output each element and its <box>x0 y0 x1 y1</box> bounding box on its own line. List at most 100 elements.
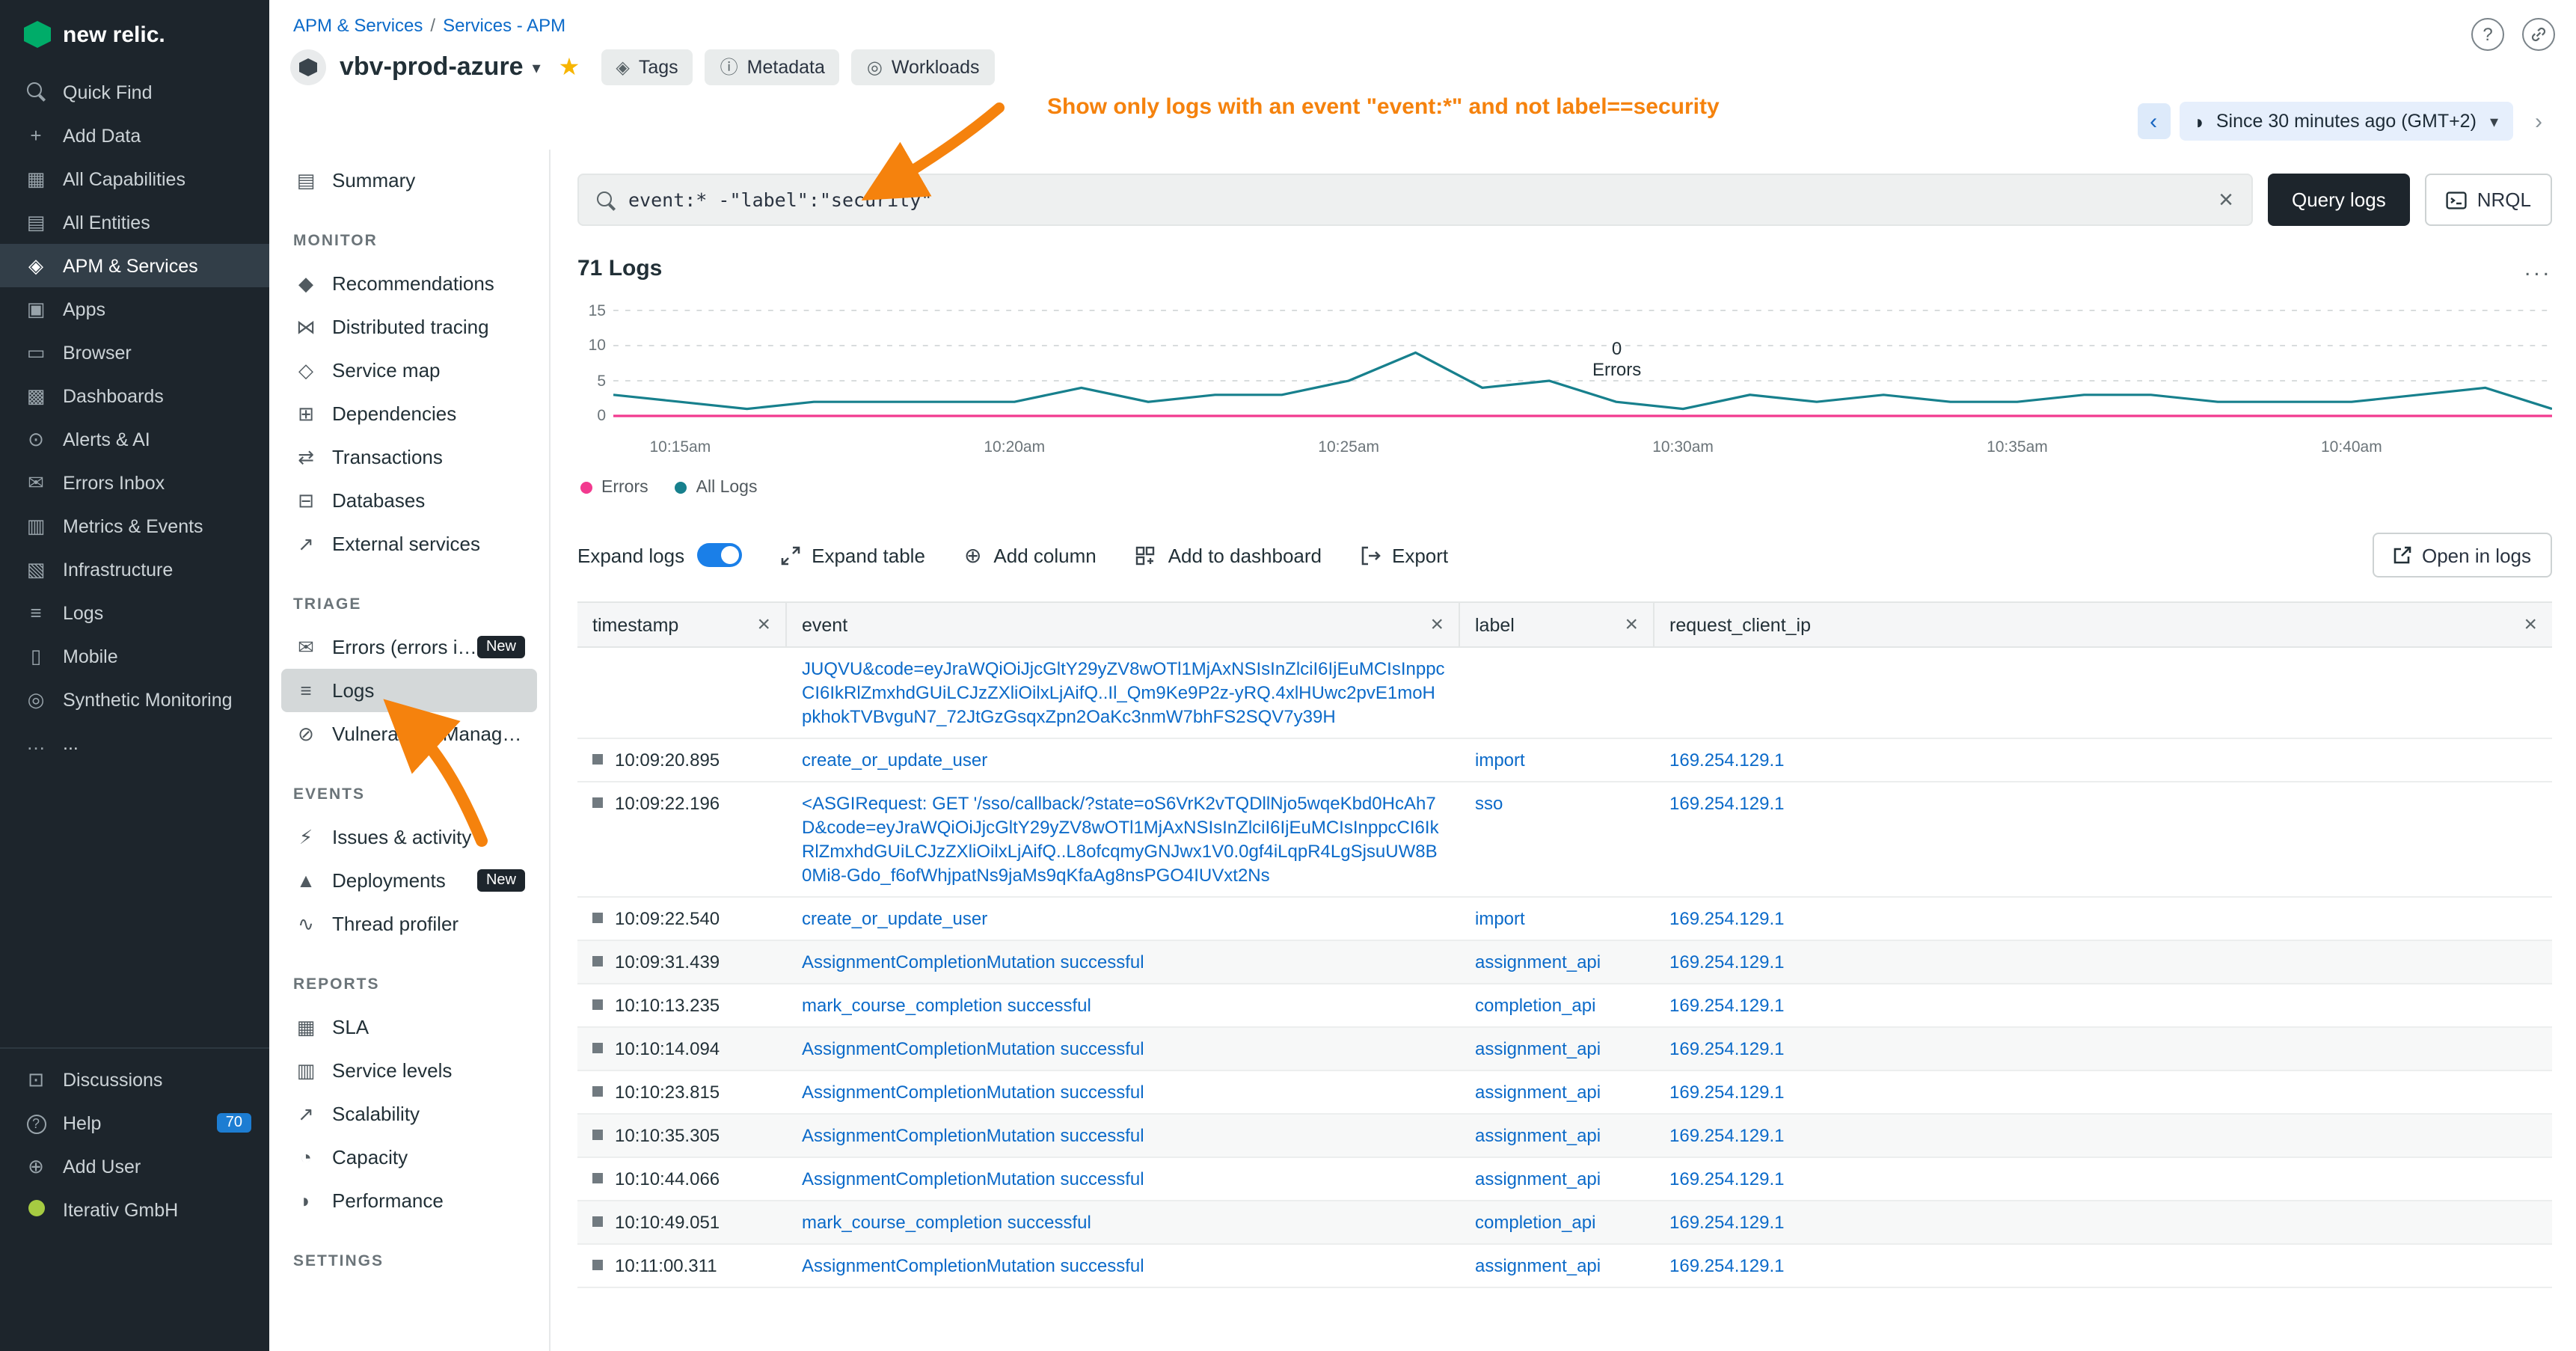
entity-dropdown-caret-icon[interactable]: ▾ <box>533 58 541 77</box>
event-link[interactable]: mark_course_completion successful <box>802 995 1091 1016</box>
time-range-selector[interactable]: ◗ Since 30 minutes ago (GMT+2) ▾ <box>2179 102 2513 141</box>
table-row[interactable]: 10:10:49.051mark_course_completion succe… <box>577 1201 2552 1245</box>
global-nav-item-discussions[interactable]: ⊡Discussions <box>0 1058 269 1101</box>
ip-link[interactable]: 169.254.129.1 <box>1669 1212 1785 1233</box>
remove-column-icon[interactable]: × <box>1430 613 1444 636</box>
global-nav-item-alerts-ai[interactable]: ⊙Alerts & AI <box>0 417 269 461</box>
sidebar-item-dependencies[interactable]: ⊞Dependencies <box>281 392 537 435</box>
time-forward-chevron[interactable]: › <box>2522 103 2555 139</box>
chip-workloads[interactable]: ◎Workloads <box>852 49 995 85</box>
row-marker-icon[interactable] <box>592 999 603 1010</box>
event-link[interactable]: AssignmentCompletionMutation successful <box>802 1125 1144 1146</box>
label-link[interactable]: completion_api <box>1475 1212 1595 1233</box>
ip-link[interactable]: 169.254.129.1 <box>1669 1255 1785 1276</box>
sidebar-item-databases[interactable]: ⊟Databases <box>281 479 537 522</box>
ip-link[interactable]: 169.254.129.1 <box>1669 952 1785 972</box>
global-nav-item-infrastructure[interactable]: ▧Infrastructure <box>0 548 269 591</box>
table-row[interactable]: 10:10:14.094AssignmentCompletionMutation… <box>577 1028 2552 1071</box>
row-marker-icon[interactable] <box>592 797 603 808</box>
event-link[interactable]: AssignmentCompletionMutation successful <box>802 1255 1144 1276</box>
sidebar-item-external-services[interactable]: ↗External services <box>281 522 537 566</box>
add-to-dashboard-button[interactable]: Add to dashboard <box>1135 544 1322 566</box>
global-nav-item-dashboards[interactable]: ▩Dashboards <box>0 374 269 417</box>
global-nav-item-all-entities[interactable]: ▤All Entities <box>0 200 269 244</box>
global-nav-item-quick-find[interactable]: Quick Find <box>0 70 269 114</box>
table-row[interactable]: 10:09:31.439AssignmentCompletionMutation… <box>577 941 2552 984</box>
event-link[interactable]: AssignmentCompletionMutation successful <box>802 952 1144 972</box>
table-row[interactable]: 10:10:13.235mark_course_completion succe… <box>577 984 2552 1028</box>
chip-metadata[interactable]: ⓘMetadata <box>705 49 840 85</box>
global-nav-item-mobile[interactable]: ▯Mobile <box>0 634 269 678</box>
label-link[interactable]: import <box>1475 908 1525 929</box>
row-marker-icon[interactable] <box>592 1086 603 1097</box>
breadcrumb-link-apm-services[interactable]: APM & Services <box>293 15 423 36</box>
event-link[interactable]: <ASGIRequest: GET '/sso/callback/?state=… <box>802 793 1439 886</box>
event-link[interactable]: create_or_update_user <box>802 908 987 929</box>
row-marker-icon[interactable] <box>592 754 603 765</box>
sidebar-item-sla[interactable]: ▦SLA <box>281 1005 537 1049</box>
global-nav-item-logs[interactable]: ≡Logs <box>0 591 269 634</box>
event-link[interactable]: AssignmentCompletionMutation successful <box>802 1168 1144 1189</box>
ip-link[interactable]: 169.254.129.1 <box>1669 995 1785 1016</box>
sidebar-item-logs[interactable]: ≡Logs <box>281 669 537 712</box>
breadcrumb-link-services-apm[interactable]: Services - APM <box>443 15 565 36</box>
label-link[interactable]: assignment_api <box>1475 1255 1601 1276</box>
remove-column-icon[interactable]: × <box>2524 613 2537 636</box>
sidebar-item-issues-activity[interactable]: ⚡Issues & activity <box>281 815 537 859</box>
expand-table-button[interactable]: Expand table <box>780 544 925 566</box>
table-row[interactable]: 10:10:44.066AssignmentCompletionMutation… <box>577 1158 2552 1201</box>
export-button[interactable]: Export <box>1361 544 1448 566</box>
table-row[interactable]: 10:09:20.895create_or_update_userimport1… <box>577 739 2552 782</box>
row-marker-icon[interactable] <box>592 1216 603 1227</box>
event-link[interactable]: create_or_update_user <box>802 750 987 771</box>
table-row[interactable]: 10:09:22.196<ASGIRequest: GET '/sso/call… <box>577 782 2552 898</box>
event-link[interactable]: JUQVU&code=eyJraWQiOiJjcGltY29yZV8wOTl1M… <box>802 658 1445 727</box>
remove-column-icon[interactable]: × <box>757 613 770 636</box>
row-marker-icon[interactable] <box>592 1173 603 1183</box>
sidebar-item-errors-errors-inb[interactable]: ✉Errors (errors inb...New <box>281 625 537 669</box>
open-in-logs-button[interactable]: Open in logs <box>2373 533 2552 578</box>
table-row[interactable]: 10:10:23.815AssignmentCompletionMutation… <box>577 1071 2552 1115</box>
event-link[interactable]: AssignmentCompletionMutation successful <box>802 1082 1144 1103</box>
event-link[interactable]: AssignmentCompletionMutation successful <box>802 1038 1144 1059</box>
global-nav-item-item[interactable]: …... <box>0 721 269 765</box>
global-nav-item-errors-inbox[interactable]: ✉Errors Inbox <box>0 461 269 504</box>
ip-link[interactable]: 169.254.129.1 <box>1669 793 1785 814</box>
table-row[interactable]: JUQVU&code=eyJraWQiOiJjcGltY29yZV8wOTl1M… <box>577 648 2552 739</box>
table-row[interactable]: 10:10:35.305AssignmentCompletionMutation… <box>577 1115 2552 1158</box>
more-options-icon[interactable]: ... <box>2524 256 2552 281</box>
label-link[interactable]: completion_api <box>1475 995 1595 1016</box>
global-nav-item-browser[interactable]: ▭Browser <box>0 331 269 374</box>
sidebar-item-summary[interactable]: ▤Summary <box>281 159 537 202</box>
row-marker-icon[interactable] <box>592 1043 603 1053</box>
ip-link[interactable]: 169.254.129.1 <box>1669 750 1785 771</box>
chip-tags[interactable]: ◈Tags <box>601 49 693 85</box>
row-marker-icon[interactable] <box>592 956 603 966</box>
global-nav-item-add-user[interactable]: ⊕Add User <box>0 1145 269 1188</box>
label-link[interactable]: assignment_api <box>1475 952 1601 972</box>
expand-logs-toggle[interactable] <box>696 543 741 567</box>
ip-link[interactable]: 169.254.129.1 <box>1669 1082 1785 1103</box>
add-column-button[interactable]: ⊕ Add column <box>964 544 1097 566</box>
global-nav-item-apm-services[interactable]: ◈APM & Services <box>0 244 269 287</box>
sidebar-item-capacity[interactable]: ◔Capacity <box>281 1136 537 1179</box>
row-marker-icon[interactable] <box>592 913 603 923</box>
table-row[interactable]: 10:11:00.311AssignmentCompletionMutation… <box>577 1245 2552 1288</box>
log-query-bar[interactable]: × <box>577 174 2253 226</box>
permalink-icon[interactable] <box>2522 18 2555 51</box>
global-nav-item-all-capabilities[interactable]: ▦All Capabilities <box>0 157 269 200</box>
ip-link[interactable]: 169.254.129.1 <box>1669 908 1785 929</box>
sidebar-item-transactions[interactable]: ⇄Transactions <box>281 435 537 479</box>
event-link[interactable]: mark_course_completion successful <box>802 1212 1091 1233</box>
sidebar-item-distributed-tracing[interactable]: ⋈Distributed tracing <box>281 305 537 349</box>
remove-column-icon[interactable]: × <box>1625 613 1638 636</box>
legend-item-errors[interactable]: Errors <box>580 479 648 497</box>
legend-item-all-logs[interactable]: All Logs <box>675 479 758 497</box>
ip-link[interactable]: 169.254.129.1 <box>1669 1125 1785 1146</box>
sidebar-item-thread-profiler[interactable]: ∿Thread profiler <box>281 902 537 946</box>
label-link[interactable]: sso <box>1475 793 1503 814</box>
table-row[interactable]: 10:09:22.540create_or_update_userimport1… <box>577 898 2552 941</box>
ip-link[interactable]: 169.254.129.1 <box>1669 1168 1785 1189</box>
sidebar-item-scalability[interactable]: ↗Scalability <box>281 1092 537 1136</box>
favorite-star-icon[interactable]: ★ <box>559 52 580 82</box>
